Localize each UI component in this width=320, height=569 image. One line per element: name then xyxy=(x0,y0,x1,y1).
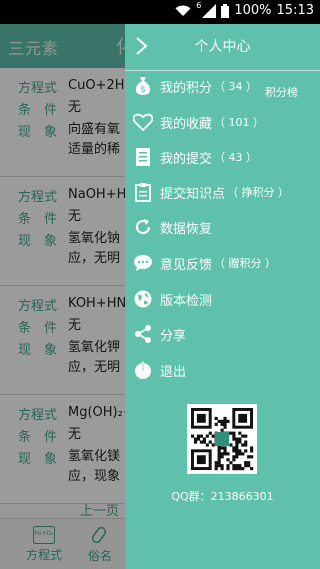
menu-hint: （ 赠积分 ） xyxy=(214,257,277,270)
menu-label: 我的提交 xyxy=(160,151,213,167)
points-count: （ 34 ） xyxy=(214,80,258,93)
menu-item-logout[interactable]: 退出 xyxy=(133,356,313,384)
menu-item-data-restore[interactable]: 数据恢复 xyxy=(133,213,313,241)
menu-item-my-submissions[interactable]: 我的提交 （ 43 ） xyxy=(133,143,313,171)
share-icon xyxy=(133,324,153,344)
drawer-header: 个人中心 xyxy=(125,24,320,68)
submissions-count: （ 43 ） xyxy=(214,151,258,164)
document-icon xyxy=(133,147,153,167)
menu-label: 数据恢复 xyxy=(160,221,213,237)
drawer-title: 个人中心 xyxy=(194,39,251,55)
svg-text:$: $ xyxy=(140,85,146,95)
menu-label: 提交知识点 xyxy=(160,186,226,202)
favorites-count: （ 101 ） xyxy=(214,116,265,129)
clock: 15:13 xyxy=(276,3,314,18)
sim-indicator: 6 xyxy=(196,1,202,10)
menu-label: 版本检测 xyxy=(160,293,213,309)
menu-item-share[interactable]: 分享 xyxy=(133,320,313,348)
menu-item-version-check[interactable]: 版本检测 xyxy=(133,285,313,313)
menu-label: 意见反馈 xyxy=(160,257,213,273)
battery-percent: 100% xyxy=(234,3,272,18)
heart-icon xyxy=(133,112,153,132)
clipboard-icon xyxy=(133,182,153,202)
globe-icon xyxy=(133,289,153,309)
menu-item-my-points[interactable]: $ 我的积分 （ 34 ） xyxy=(133,72,313,100)
money-bag-icon: $ xyxy=(133,76,153,96)
menu-label: 退出 xyxy=(160,364,187,380)
wifi-icon xyxy=(175,5,191,17)
user-center-drawer: 个人中心 积分榜 $ 我的积分 （ 34 ） 我的收藏 （ 101 ） 我的提交… xyxy=(125,24,320,569)
qq-group-qr-code[interactable] xyxy=(187,404,257,474)
menu-label: 分享 xyxy=(160,328,187,344)
power-icon xyxy=(133,360,153,380)
header-divider xyxy=(125,70,320,71)
refresh-icon xyxy=(133,217,153,237)
menu-item-my-favorites[interactable]: 我的收藏 （ 101 ） xyxy=(133,108,313,136)
status-icons: 6 100% 15:13 xyxy=(175,1,314,18)
menu-label: 我的积分 xyxy=(160,80,213,96)
status-bar: 6 100% 15:13 xyxy=(0,0,320,24)
menu-item-feedback[interactable]: 意见反馈 （ 赠积分 ） xyxy=(133,249,313,277)
chat-icon xyxy=(133,253,153,273)
menu-hint: （ 挣积分 ） xyxy=(227,186,290,199)
menu-label: 我的收藏 xyxy=(160,116,213,132)
qq-group-number: QQ群：213866301 xyxy=(171,490,274,503)
menu-item-submit-knowledge[interactable]: 提交知识点 （ 挣积分 ） xyxy=(133,178,313,206)
battery-icon xyxy=(221,3,230,18)
signal-icon xyxy=(202,3,217,18)
